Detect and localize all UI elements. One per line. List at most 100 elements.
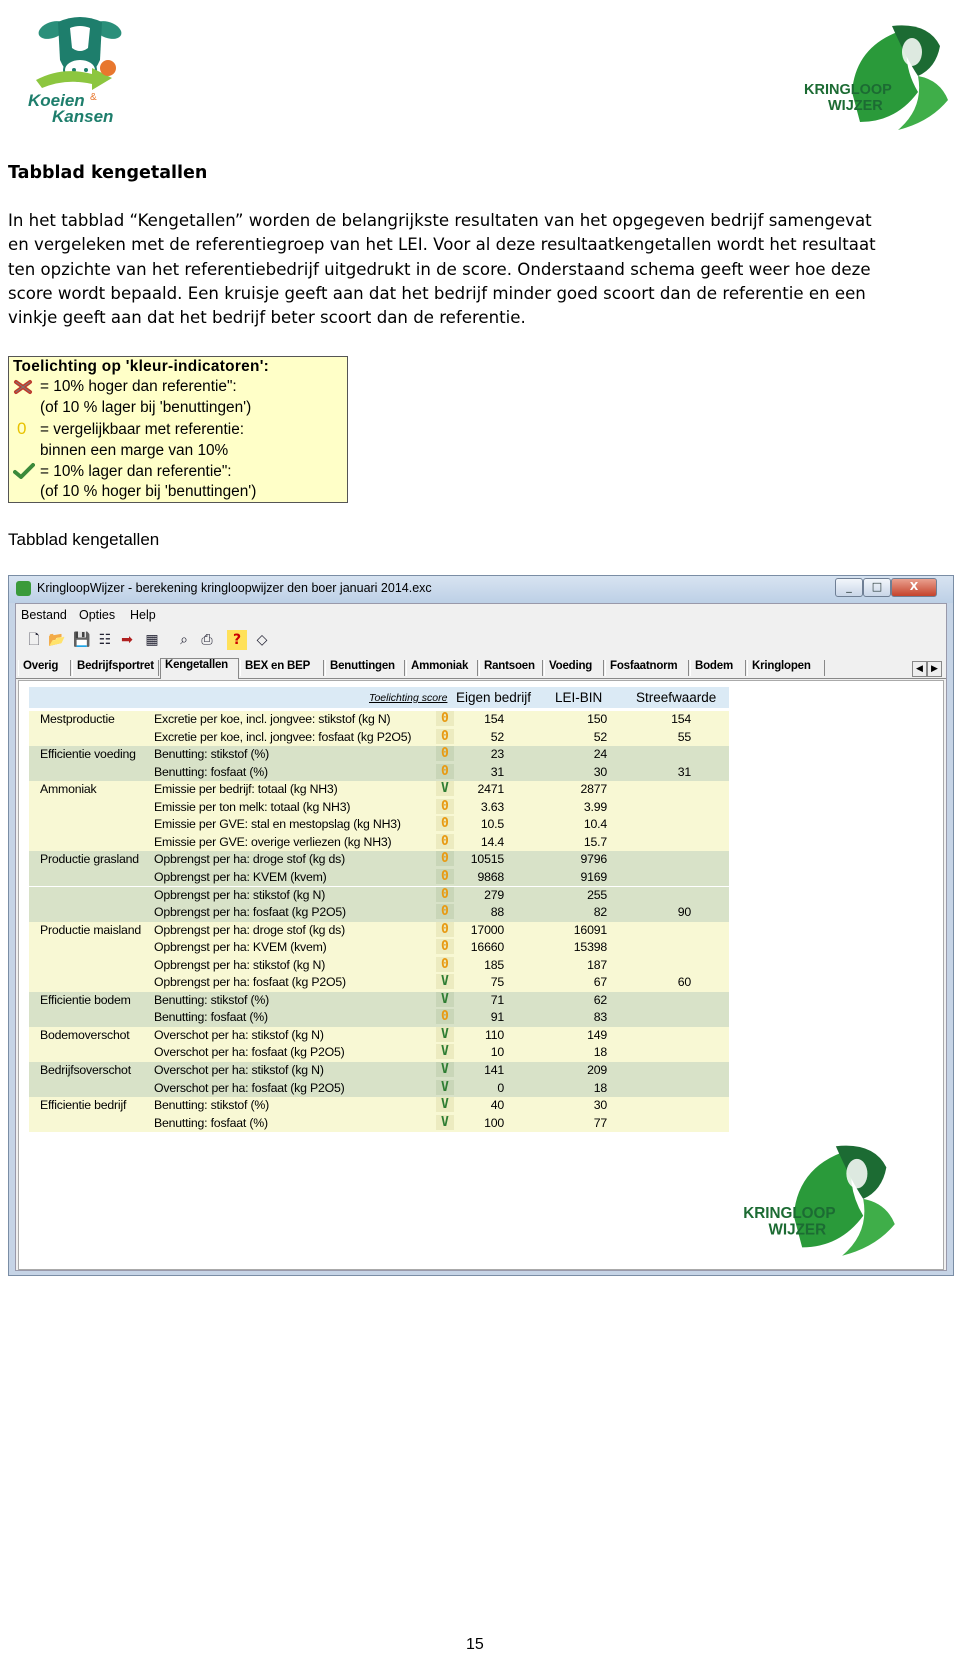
row-metric-label: Overschot per ha: stikstof (kg N) [154,1027,324,1042]
table-row: Opbrengst per ha: fosfaat (kg P2O5) 0 88 82… [29,904,729,922]
find-icon[interactable]: ⌕ [174,630,194,650]
toolbar: 🗋 📂 💾 ☷ ➡ ▦ ⌕ ⎙ ? ◇ [16,626,946,656]
page-number: 15 [466,1636,484,1653]
tab-fosfaatnorm[interactable]: Fosfaatnorm [605,660,689,676]
intro-line: In het tabblad “Kengetallen” worden de b… [8,211,872,230]
kringloopwijzer-logo-small: KRINGLOOP WIJZER [739,1141,899,1261]
row-lei-bin-value: 30 [593,1098,607,1113]
app-window: KringloopWijzer - berekening kringloopwi… [8,575,954,1276]
row-metric-label: Opbrengst per ha: droge stof (kg ds) [154,922,346,937]
print-icon[interactable]: ⎙ [197,630,217,650]
row-metric-label: Overschot per ha: fosfaat (kg P2O5) [154,1045,345,1060]
close-button[interactable]: X [891,578,937,597]
row-group-label: Ammoniak [40,782,97,797]
row-eigen-bedrijf-value: 0 [497,1080,504,1095]
tab-kengetallen[interactable]: Kengetallen [160,658,239,679]
menu-opties[interactable]: Opties [79,608,115,622]
row-score-indicator: 0 [436,728,454,744]
section-heading: Tabblad kengetallen [8,163,208,183]
row-score-indicator: V [436,1079,454,1095]
row-streefwaarde-value: 60 [677,975,691,990]
export-icon[interactable]: ➡ [117,630,137,650]
row-eigen-bedrijf-value: 16660 [470,940,504,955]
row-lei-bin-value: 77 [593,1115,607,1130]
row-lei-bin-value: 62 [593,992,607,1007]
menu-bestand[interactable]: Bestand [21,608,67,622]
row-eigen-bedrijf-value: 110 [484,1027,504,1042]
tab-ammoniak[interactable]: Ammoniak [406,660,478,676]
intro-line: score wordt bepaald. Een kruisje geeft a… [8,283,866,303]
table-row: Opbrengst per ha: stikstof (kg N) 0 185 187 [29,956,729,975]
tab-scroll-left-button[interactable]: ◀ [912,661,927,677]
row-metric-label: Emissie per ton melk: totaal (kg NH3) [154,799,351,814]
row-metric-label: Opbrengst per ha: stikstof (kg N) [154,957,326,972]
table-row: Efficientie bodem Benutting: stikstof (%)… [29,991,729,1010]
logo-text-wijzer: WIJZER [768,1222,826,1239]
tab-bex-en-bep[interactable]: BEX en BEP [240,660,324,676]
tab-bedrijfsportret[interactable]: Bedrijfsportret [72,660,159,676]
help-icon[interactable]: ? [227,630,247,650]
erase-icon[interactable]: ◇ [252,630,272,650]
tab-voeding[interactable]: Voeding [544,660,604,676]
row-score-indicator: 0 [436,921,454,937]
row-eigen-bedrijf-value: 10.5 [480,817,504,832]
row-streefwaarde-value: 55 [677,729,691,744]
minimize-button[interactable]: _ [835,578,863,597]
intro-line: ten opzichte van het referentiebedrijf u… [8,259,871,279]
row-eigen-bedrijf-value: 10515 [470,852,504,867]
maximize-button[interactable]: □ [863,578,891,597]
row-group-label: Productie grasland [40,852,139,867]
row-lei-bin-value: 9796 [580,852,607,867]
toelichting-score-link[interactable]: Toelichting score [369,692,447,704]
table-row: Bedrijfsoverschot Overschot per ha: stiks… [29,1062,729,1080]
row-score-indicator: 0 [436,956,454,972]
row-lei-bin-value: 10.4 [583,817,607,832]
check-icon [13,463,35,484]
row-eigen-bedrijf-value: 3.63 [480,799,504,814]
row-score-indicator: V [436,1097,454,1113]
row-metric-label: Benutting: fosfaat (%) [154,1115,268,1130]
new-file-icon[interactable]: 🗋 [24,630,44,650]
row-eigen-bedrijf-value: 52 [490,729,504,744]
tab-overig[interactable]: Overig [18,660,71,676]
kengetallen-pane: Toelichting score Eigen bedrijf LEI-BIN … [18,680,944,1270]
logo-text-kringloop: KRINGLOOP [743,1205,835,1222]
logo-text-wijzer: WIJZER [828,98,883,114]
tab-kringlopen[interactable]: Kringlopen [747,660,825,676]
row-score-indicator: V [436,991,454,1007]
tab-rantsoen[interactable]: Rantsoen [479,660,543,676]
row-eigen-bedrijf-value: 71 [490,992,504,1007]
row-score-indicator: 0 [436,886,454,902]
row-group-label: Efficientie voeding [40,747,136,762]
tab-scroll-right-button[interactable]: ▶ [927,661,942,677]
open-folder-icon[interactable]: 📂 [47,630,67,650]
print-preview-icon[interactable]: ☷ [95,630,115,650]
table-header: Toelichting score Eigen bedrijf LEI-BIN … [29,687,729,708]
tab-benuttingen[interactable]: Benuttingen [325,660,405,676]
table-row: Opbrengst per ha: stikstof (kg N) 0 279 255 [29,886,729,904]
legend-line: (of 10 % lager bij 'benuttingen') [40,399,252,416]
row-streefwaarde-value: 154 [671,712,691,726]
row-eigen-bedrijf-value: 185 [484,957,504,972]
column-streefwaarde: Streefwaarde [636,690,717,705]
row-group-label: Bodemoverschot [40,1027,130,1042]
row-lei-bin-value: 24 [593,747,607,762]
calculator-icon[interactable]: ▦ [142,630,162,650]
row-metric-label: Benutting: fosfaat (%) [154,1010,268,1025]
table-row: Ammoniak Emissie per bedrijf: totaal (kg … [29,781,729,799]
menu-help[interactable]: Help [130,608,156,622]
kringloopwijzer-logo: KRINGLOOP WIJZER [800,22,952,134]
save-icon[interactable]: 💾 [72,630,92,650]
row-metric-label: Benutting: fosfaat (%) [154,764,268,779]
legend-line: (of 10 % hoger bij 'benuttingen') [40,483,257,500]
color-indicator-legend: Toelichting op 'kleur-indicatoren': = 10… [8,356,348,503]
row-metric-label: Benutting: stikstof (%) [154,747,270,762]
row-group-label: Bedrijfsoverschot [40,1063,131,1077]
row-eigen-bedrijf-value: 23 [490,747,504,762]
table-row: Efficientie bedrijf Benutting: stikstof (… [29,1097,729,1115]
row-eigen-bedrijf-value: 9868 [477,869,504,884]
tab-bodem[interactable]: Bodem [690,660,746,676]
row-lei-bin-value: 15.7 [583,834,607,849]
row-lei-bin-value: 52 [593,729,607,744]
row-metric-label: Benutting: stikstof (%) [154,1098,270,1113]
